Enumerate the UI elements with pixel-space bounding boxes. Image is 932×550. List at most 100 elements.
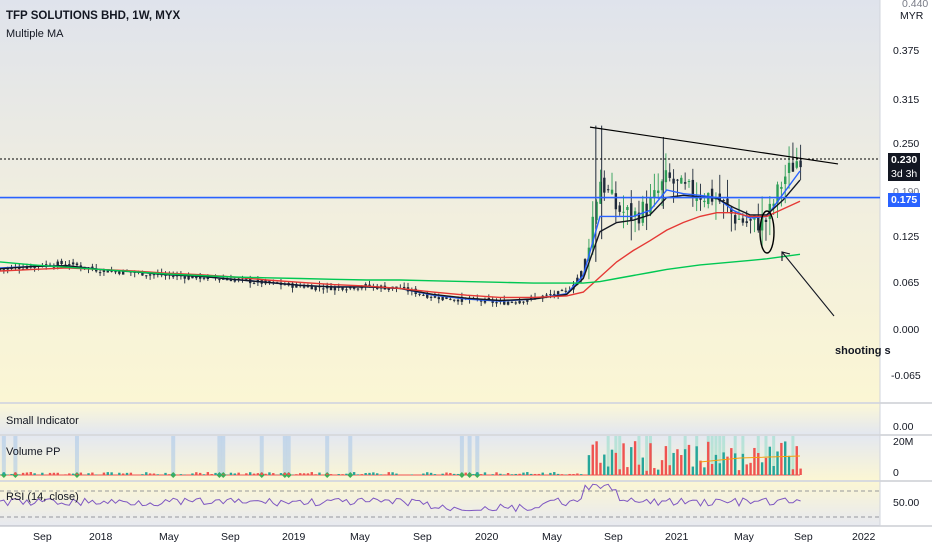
small-indicator-pane-bg xyxy=(0,404,880,434)
indicator-legend[interactable]: Multiple MA xyxy=(6,28,63,41)
volume-bar xyxy=(33,473,36,475)
volume-bar xyxy=(229,472,233,475)
volume-bar xyxy=(306,473,310,475)
volume-bar xyxy=(537,473,541,475)
candle-body xyxy=(75,263,79,266)
candle-body xyxy=(764,219,768,222)
volume-bar xyxy=(360,474,364,475)
volume-bar xyxy=(714,454,718,475)
volume-bar xyxy=(279,473,283,475)
annotation-text[interactable]: shooting s xyxy=(835,345,891,357)
volume-bar xyxy=(799,468,802,475)
volume-bar xyxy=(526,472,529,475)
volume-bar xyxy=(672,452,675,475)
candle-body xyxy=(722,199,725,201)
volume-bar xyxy=(91,472,94,475)
volume-bar xyxy=(664,446,668,475)
main-pane-bg xyxy=(0,0,880,402)
candle-body xyxy=(791,162,795,172)
volume-bar xyxy=(21,472,25,475)
volume-bar xyxy=(610,449,614,475)
time-tick: Sep xyxy=(794,531,813,543)
candle-body xyxy=(680,177,683,184)
volume-bar xyxy=(737,470,741,475)
volume-bar xyxy=(356,474,360,475)
volume-highlight xyxy=(348,436,353,476)
volume-bar xyxy=(637,464,641,475)
volume-bar xyxy=(510,474,514,475)
volume-highlight xyxy=(286,436,291,476)
volume-bar xyxy=(660,460,664,475)
candle-body xyxy=(564,290,568,292)
candle-body xyxy=(603,177,606,193)
candle-body xyxy=(98,272,102,274)
candle-body xyxy=(402,286,406,289)
chart-canvas[interactable] xyxy=(0,0,932,550)
volume-bar xyxy=(148,473,152,475)
volume-bar xyxy=(218,473,221,475)
candle-body xyxy=(152,274,156,276)
volume-bar xyxy=(395,473,398,475)
rsi-legend[interactable]: RSI (14, close) xyxy=(6,491,79,504)
candle-body xyxy=(749,219,752,221)
volume-bar xyxy=(495,472,498,475)
volume-highlight xyxy=(259,436,264,476)
volume-highlight xyxy=(325,436,330,476)
volume-bar xyxy=(102,472,106,475)
volume-bar xyxy=(506,473,510,475)
volume-bar xyxy=(764,458,768,475)
volume-bar xyxy=(452,473,456,475)
volume-bar xyxy=(422,473,425,475)
volume-bar xyxy=(25,472,29,475)
volume-bar xyxy=(368,472,371,475)
volume-bar xyxy=(760,462,764,475)
volume-bar xyxy=(248,472,252,475)
volume-bar xyxy=(572,474,575,475)
small-indicator-legend[interactable]: Small Indicator xyxy=(6,415,79,428)
candle-body xyxy=(433,296,437,298)
candle-body xyxy=(784,176,787,185)
candle-body xyxy=(745,221,748,224)
volume-highlight xyxy=(171,436,176,476)
candle-body xyxy=(452,299,456,301)
volume-bar xyxy=(18,474,21,475)
time-axis-bg xyxy=(0,526,932,550)
volume-bar xyxy=(29,472,32,475)
candle-body xyxy=(302,286,306,288)
volume-bar xyxy=(587,455,591,475)
candle-body xyxy=(703,200,706,203)
time-tick: Sep xyxy=(604,531,623,543)
candle-body xyxy=(560,290,564,292)
volume-bar xyxy=(87,473,90,475)
volume-bar xyxy=(784,441,787,475)
candle-body xyxy=(422,294,425,296)
time-tick: Sep xyxy=(413,531,432,543)
volume-legend[interactable]: Volume PP xyxy=(6,446,60,459)
volume-bar xyxy=(118,472,121,475)
volume-bar xyxy=(560,474,564,475)
volume-bar xyxy=(795,446,798,475)
candle-body xyxy=(60,260,63,265)
time-tick: 2022 xyxy=(852,531,876,543)
volume-bar xyxy=(787,455,791,475)
price-tick: 0.315 xyxy=(893,94,920,106)
candle-body xyxy=(545,294,548,296)
volume-bar xyxy=(518,473,521,475)
candle-body xyxy=(322,288,325,290)
volume-bar xyxy=(576,473,579,475)
candle-body xyxy=(707,192,710,205)
volume-bar xyxy=(622,443,625,475)
volume-bar xyxy=(268,472,271,475)
symbol-legend[interactable]: TFP SOLUTIONS BHD, 1W, MYX xyxy=(6,10,180,23)
time-tick: 2019 xyxy=(282,531,306,543)
volume-bar xyxy=(757,453,760,475)
volume-bar xyxy=(210,474,213,475)
volume-bar xyxy=(730,448,733,475)
candle-body xyxy=(510,301,514,303)
volume-bar xyxy=(449,472,452,475)
candle-body xyxy=(218,279,221,281)
volume-bar xyxy=(252,473,256,475)
volume-bar xyxy=(383,474,387,475)
volume-bar xyxy=(529,473,533,475)
candle-body xyxy=(656,190,660,193)
